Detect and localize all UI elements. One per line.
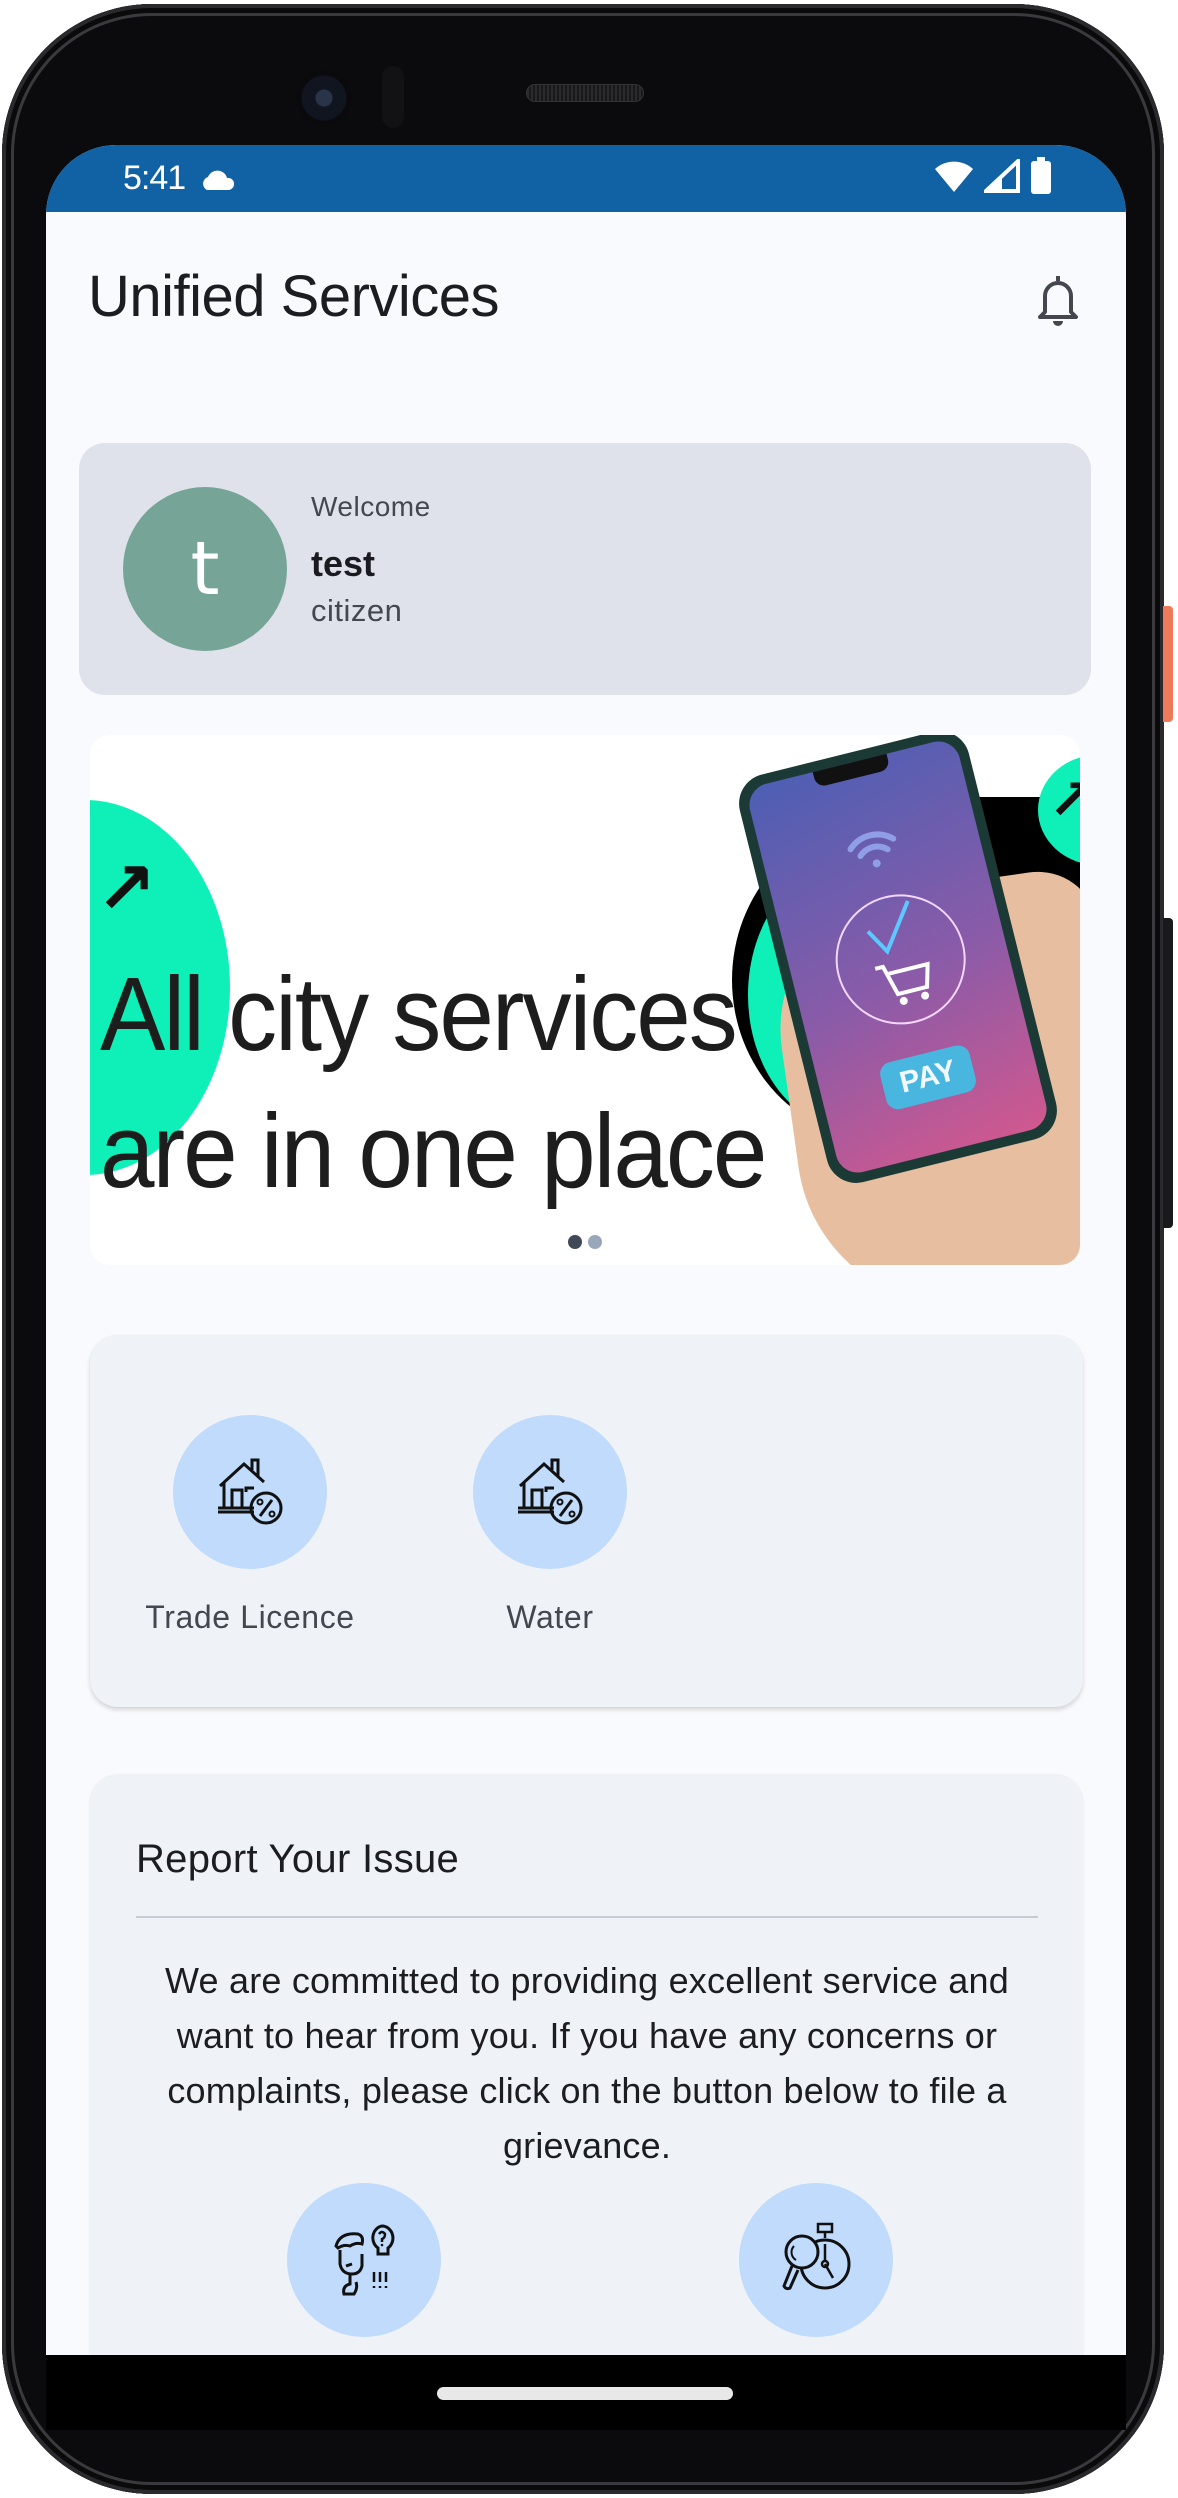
app-title: Unified Services [88,264,500,329]
arrow-up-right-icon: ↗ [1048,768,1080,831]
thinking-person-question-icon [334,2224,395,2296]
wifi-icon [934,159,974,198]
arrow-up-right-icon: ↗ [96,849,157,929]
service-icon-circle [173,1415,327,1569]
service-icon-circle [473,1415,627,1569]
magnifier-stopwatch-icon [782,2222,851,2291]
proximity-sensor [382,66,404,128]
user-role: citizen [311,593,403,628]
banner-headline-line1: All city services [100,954,738,1073]
services-card: Trade Licence Water [90,1335,1083,1707]
service-water[interactable]: Water [420,1415,680,1636]
status-bar: 5:41 [46,145,1126,212]
power-button [1163,606,1173,722]
battery-icon [1030,157,1052,200]
cloud-icon [199,168,237,190]
user-name: test [311,543,376,584]
pay-badge: PAY [877,1042,979,1112]
carousel-dot-2[interactable] [588,1235,602,1249]
checkout-circle [821,880,980,1039]
screen: 5:41 Unified Services t Welcome test cit… [46,145,1126,2355]
front-camera [296,70,352,126]
carousel-indicator [90,1235,1080,1249]
divider [136,1916,1038,1918]
wifi-icon [847,831,897,868]
report-issue-card: Report Your Issue We are committed to pr… [90,1775,1083,2355]
carousel-dot-1[interactable] [568,1235,582,1249]
service-trade-licence[interactable]: Trade Licence [120,1415,380,1636]
service-label: Trade Licence [145,1599,355,1635]
home-gesture-handle[interactable] [437,2387,733,2400]
status-time: 5:41 [123,159,186,197]
welcome-label: Welcome [311,491,431,522]
phone-illustration-notch [812,753,891,788]
welcome-card[interactable]: t Welcome test citizen [79,443,1091,695]
house-percent-icon [218,1458,283,1525]
earpiece-speaker [526,84,644,102]
promo-banner-carousel[interactable]: ↗ All city services are in one place ↗ P… [90,735,1080,1265]
report-issue-title: Report Your Issue [136,1837,460,1881]
house-percent-icon [518,1458,583,1525]
volume-button [1163,918,1173,1228]
avatar: t [123,487,287,651]
status-icons [934,156,1052,200]
banner-headline-line2: are in one place [100,1091,767,1210]
banner-headline: All city services are in one place [100,945,767,1219]
bell-icon [1035,272,1081,333]
notifications-button[interactable] [1030,267,1086,337]
cart-check-icon [866,900,930,1005]
cellular-signal-icon [980,156,1020,198]
service-label: Water [506,1599,594,1635]
report-issue-description: We are committed to providing excellent … [165,1960,1009,2166]
track-grievance-button[interactable] [739,2183,893,2337]
file-grievance-button[interactable] [287,2183,441,2337]
